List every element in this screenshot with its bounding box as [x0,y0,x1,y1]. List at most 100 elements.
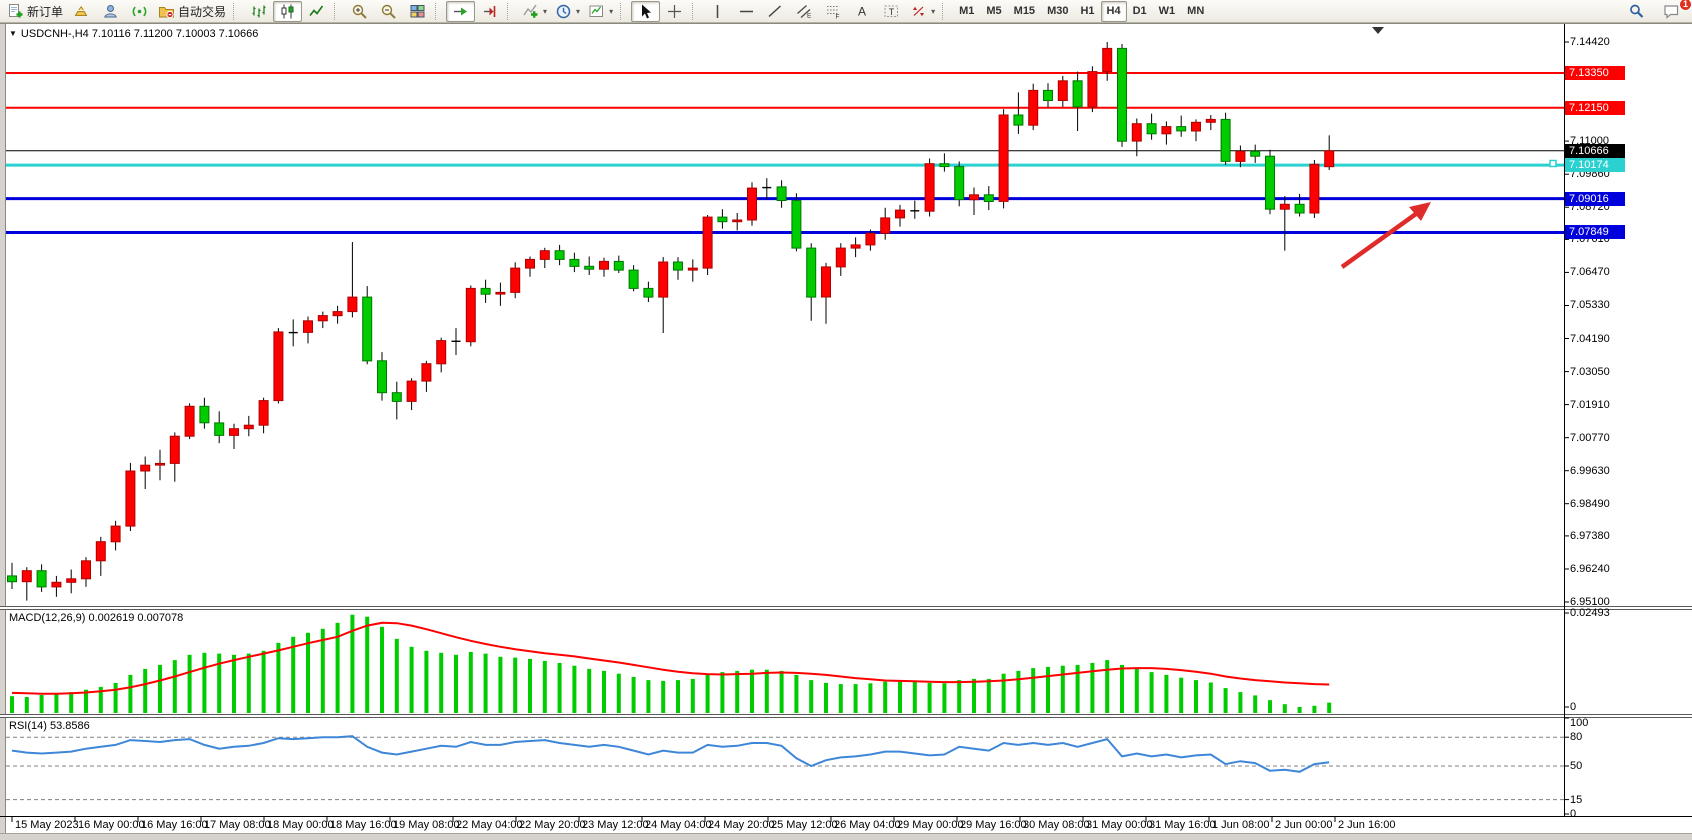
zoom-out-button[interactable] [374,1,403,22]
zoom-out-icon [380,3,397,20]
gold-button[interactable] [67,1,96,22]
auto-scroll-button[interactable] [446,1,475,22]
indicators-button[interactable]: ▾ [518,1,551,22]
price-tick-label: 7.00770 [1570,432,1610,444]
price-tick-label: 7.04190 [1570,333,1610,345]
text-label-button[interactable]: T [877,1,906,22]
timeframe-button-w1[interactable]: W1 [1153,1,1182,22]
rsi-tick-label: 15 [1570,794,1582,806]
time-tick-label: 24 May 04:00 [645,819,712,831]
svg-text:E: E [807,12,812,19]
text-icon: A [854,3,871,20]
time-tick-label: 16 May 16:00 [141,819,208,831]
price-tick-label: 7.14420 [1570,36,1610,48]
timeframe-button-m5[interactable]: M5 [980,1,1007,22]
time-tick-label: 19 May 08:00 [393,819,460,831]
price-tick-label: 6.97380 [1570,530,1610,542]
fibonacci-icon: F [825,3,842,20]
time-tick-label: 30 May 08:00 [1023,819,1090,831]
timeframe-button-m15[interactable]: M15 [1008,1,1041,22]
auto-scroll-icon [452,3,469,20]
horizontal-line-button[interactable] [732,1,761,22]
accounts-button[interactable] [96,1,125,22]
crosshair-button[interactable] [660,1,689,22]
toolbar-separator [942,3,949,20]
equidistant-channel-icon: E [796,3,813,20]
zoom-in-button[interactable] [345,1,374,22]
signal-icon [131,3,148,20]
vertical-line-button[interactable] [703,1,732,22]
fibonacci-button[interactable]: F [819,1,848,22]
new-order-label: 新订单 [27,3,63,20]
one-click-expand-icon[interactable]: ▼ [9,29,17,38]
time-tick-label: 22 May 04:00 [456,819,523,831]
price-line-badge: 7.10666 [1565,144,1625,158]
line-chart-button[interactable] [302,1,331,22]
chat-button[interactable]: 1 [1657,1,1686,22]
time-tick-label: 2 Jun 00:00 [1275,819,1333,831]
timeframe-button-h4[interactable]: H4 [1101,1,1127,22]
auto-trading-button[interactable]: 自动交易 [154,1,230,22]
chevron-down-icon: ▾ [609,7,613,16]
arrows-button[interactable]: ▾ [906,1,939,22]
price-tick-label: 7.05330 [1570,299,1610,311]
text-label-icon: T [883,3,900,20]
trendline-button[interactable] [761,1,790,22]
templates-button[interactable]: ▾ [584,1,617,22]
toolbar-separator [334,3,341,20]
toolbar-separator [507,3,514,20]
chart-top-border [0,23,1692,24]
periods-button[interactable]: ▾ [551,1,584,22]
time-tick-label: 17 May 08:00 [204,819,271,831]
time-tick-label: 29 May 16:00 [960,819,1027,831]
chevron-down-icon: ▾ [931,7,935,16]
toolbar-group-orders: 新订单 自动交易 [3,0,230,23]
rsi-tick-label: 50 [1570,760,1582,772]
horizontal-line-icon [738,3,755,20]
timeframe-button-m1[interactable]: M1 [953,1,980,22]
toolbar-separator [620,3,627,20]
chart-shift-button[interactable] [475,1,504,22]
toolbar-group-pointer [631,0,689,23]
toolbar-separator [233,3,240,20]
candlestick-chart-button[interactable] [273,1,302,22]
bar-chart-button[interactable] [244,1,273,22]
time-tick-label: 26 May 04:00 [834,819,901,831]
text-button[interactable]: A [848,1,877,22]
periods-icon [555,3,572,20]
cursor-button[interactable] [631,1,660,22]
time-tick-label: 25 May 12:00 [771,819,838,831]
timeframe-button-mn[interactable]: MN [1181,1,1210,22]
chevron-down-icon: ▾ [576,7,580,16]
pane-divider-macd[interactable] [0,606,1692,610]
macd-indicator-label: MACD(12,26,9) 0.002619 0.007078 [9,612,183,624]
toolbar-group-chart-types [244,0,331,23]
notification-badge: 1 [1679,0,1692,11]
search-icon [1628,3,1645,20]
time-tick-label: 24 May 20:00 [708,819,775,831]
arrows-icon [910,3,927,20]
timeframe-button-m30[interactable]: M30 [1041,1,1074,22]
chevron-down-icon: ▾ [543,7,547,16]
signal-button[interactable] [125,1,154,22]
vertical-line-icon [709,3,726,20]
new-order-button[interactable]: 新订单 [3,1,67,22]
chart-shift-icon [481,3,498,20]
price-axis-border [1564,24,1565,816]
price-tick-label: 6.98490 [1570,498,1610,510]
search-button[interactable] [1622,1,1651,22]
price-tick-label: 7.03050 [1570,366,1610,378]
auto-trading-icon [158,3,175,20]
rsi-tick-label: 100 [1570,717,1588,729]
time-tick-label: 16 May 00:00 [78,819,145,831]
pane-divider-rsi[interactable] [0,714,1692,718]
timeframe-button-h1[interactable]: H1 [1074,1,1100,22]
time-tick-label: 22 May 20:00 [519,819,586,831]
price-line-badge: 7.13350 [1565,66,1625,80]
svg-text:F: F [836,13,840,20]
equidistant-channel-button[interactable]: E [790,1,819,22]
time-tick-label: 18 May 00:00 [267,819,334,831]
timeframe-button-d1[interactable]: D1 [1127,1,1153,22]
tile-windows-button[interactable] [403,1,432,22]
trendline-icon [767,3,784,20]
